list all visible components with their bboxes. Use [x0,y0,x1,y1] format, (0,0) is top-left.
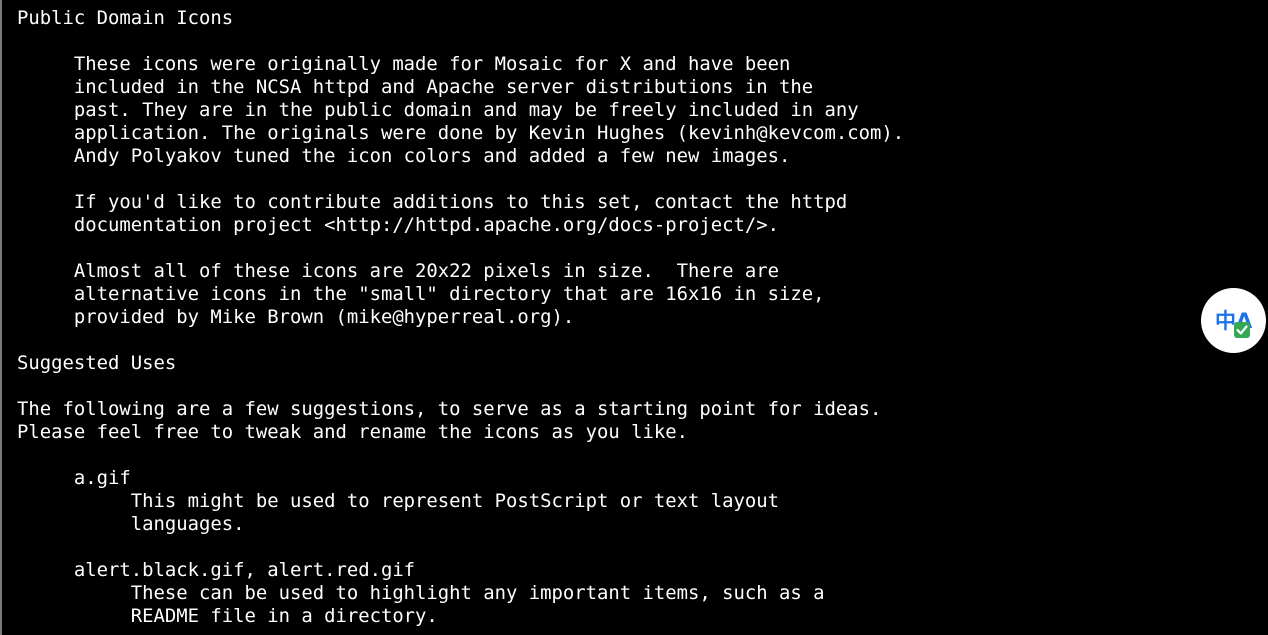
translate-button[interactable]: 中A [1201,288,1266,353]
translate-icon: 中A [1215,309,1253,338]
readme-text: Public Domain Icons These icons were ori… [17,7,905,627]
plain-text-viewport: Public Domain Icons These icons were ori… [0,0,1268,635]
